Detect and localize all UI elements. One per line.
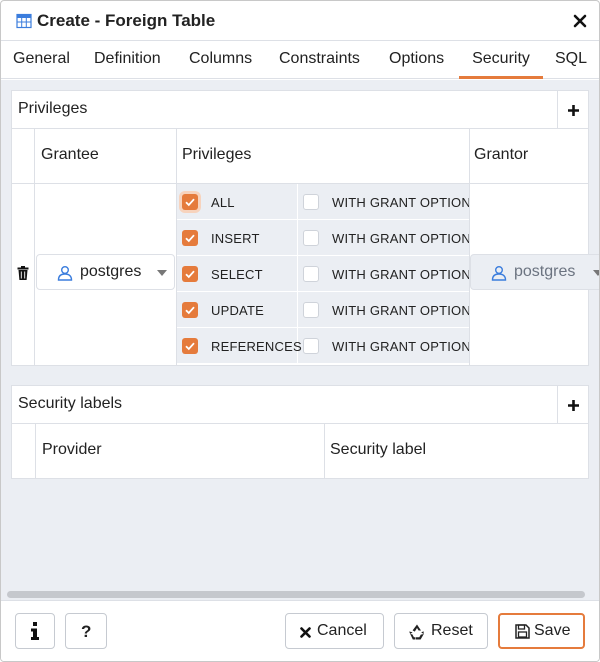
horizontal-scrollbar[interactable] bbox=[1, 588, 599, 600]
dialog-body: Privileges Grantee Privileges Grantor po… bbox=[1, 80, 599, 588]
reset-label: Reset bbox=[431, 622, 473, 639]
tab-security[interactable]: Security bbox=[459, 41, 543, 79]
privilege-label: UPDATE bbox=[211, 303, 264, 318]
table-icon bbox=[16, 13, 32, 29]
chevron-down-icon bbox=[593, 270, 599, 276]
dialog-footer: ? Cancel Reset Save bbox=[1, 600, 599, 661]
security-labels-header: Security labels bbox=[12, 386, 588, 424]
grant-option-label: WITH GRANT OPTION bbox=[332, 195, 471, 210]
help-button[interactable]: ? bbox=[65, 613, 107, 649]
security-labels-panel: Security labels Provider Security label bbox=[11, 385, 589, 479]
user-icon bbox=[57, 266, 73, 281]
security-label-column-header: Security label bbox=[330, 441, 427, 458]
privilege-row-select: SELECT WITH GRANT OPTION bbox=[177, 256, 471, 292]
privileges-column-header: Privileges bbox=[182, 146, 252, 163]
tab-options[interactable]: Options bbox=[389, 41, 444, 79]
privilege-references-checkbox[interactable] bbox=[182, 338, 198, 354]
check-icon bbox=[185, 342, 195, 351]
privileges-header: Privileges bbox=[12, 91, 588, 129]
grantor-select: postgres bbox=[470, 254, 599, 290]
privilege-update-checkbox[interactable] bbox=[182, 302, 198, 318]
privilege-row-all: ALL WITH GRANT OPTION bbox=[177, 184, 471, 220]
grant-option-update-checkbox[interactable] bbox=[303, 302, 319, 318]
close-icon[interactable] bbox=[571, 12, 589, 30]
privilege-label: INSERT bbox=[211, 231, 260, 246]
dialog-title: Create - Foreign Table bbox=[37, 11, 216, 30]
privilege-select-checkbox[interactable] bbox=[182, 266, 198, 282]
tab-constraints[interactable]: Constraints bbox=[279, 41, 360, 79]
tab-sql[interactable]: SQL bbox=[555, 41, 587, 79]
plus-icon bbox=[568, 105, 579, 116]
privilege-label: SELECT bbox=[211, 267, 263, 282]
privilege-all-checkbox[interactable] bbox=[182, 194, 198, 210]
check-icon bbox=[185, 234, 195, 243]
grantor-column-header: Grantor bbox=[474, 146, 529, 163]
security-labels-title: Security labels bbox=[18, 395, 123, 412]
save-button[interactable]: Save bbox=[498, 613, 585, 649]
tab-columns[interactable]: Columns bbox=[189, 41, 252, 79]
header-action-cell bbox=[12, 129, 35, 184]
create-foreign-table-dialog: Create - Foreign Table General Definitio… bbox=[0, 0, 600, 662]
scrollbar-thumb[interactable] bbox=[7, 591, 585, 598]
header-action-cell bbox=[12, 424, 36, 478]
info-button[interactable] bbox=[15, 613, 55, 649]
tab-bar: General Definition Columns Constraints O… bbox=[1, 41, 599, 79]
save-label: Save bbox=[534, 622, 571, 639]
help-icon: ? bbox=[81, 622, 92, 641]
cancel-label: Cancel bbox=[317, 622, 367, 639]
privileges-panel: Privileges Grantee Privileges Grantor po… bbox=[11, 90, 599, 366]
grant-option-all-checkbox[interactable] bbox=[303, 194, 319, 210]
grantee-column-header: Grantee bbox=[41, 146, 99, 163]
grantor-value: postgres bbox=[514, 263, 576, 280]
trash-icon[interactable] bbox=[17, 266, 29, 280]
grant-option-insert-checkbox[interactable] bbox=[303, 230, 319, 246]
privilege-row-insert: INSERT WITH GRANT OPTION bbox=[177, 220, 471, 256]
cancel-button[interactable]: Cancel bbox=[285, 613, 384, 649]
check-icon bbox=[185, 306, 195, 315]
privileges-column-header-row: Grantee Privileges Grantor bbox=[12, 129, 588, 184]
grant-option-label: WITH GRANT OPTION bbox=[332, 267, 471, 282]
security-labels-column-header-row: Provider Security label bbox=[12, 424, 588, 478]
chevron-down-icon bbox=[157, 270, 167, 276]
privilege-insert-checkbox[interactable] bbox=[182, 230, 198, 246]
reset-button[interactable]: Reset bbox=[394, 613, 488, 649]
plus-icon bbox=[568, 400, 579, 411]
user-icon bbox=[491, 266, 507, 281]
grant-option-label: WITH GRANT OPTION bbox=[332, 303, 471, 318]
privilege-row-references: REFERENCES WITH GRANT OPTION bbox=[177, 328, 471, 364]
privilege-row-update: UPDATE WITH GRANT OPTION bbox=[177, 292, 471, 328]
grant-option-label: WITH GRANT OPTION bbox=[332, 339, 471, 354]
tab-definition[interactable]: Definition bbox=[94, 41, 161, 79]
grant-option-references-checkbox[interactable] bbox=[303, 338, 319, 354]
check-icon bbox=[185, 270, 195, 279]
info-icon bbox=[31, 622, 39, 640]
recycle-icon bbox=[409, 624, 424, 640]
grant-option-label: WITH GRANT OPTION bbox=[332, 231, 471, 246]
grant-option-select-checkbox[interactable] bbox=[303, 266, 319, 282]
privileges-title: Privileges bbox=[18, 100, 88, 117]
add-security-label-button[interactable] bbox=[557, 386, 588, 424]
save-icon bbox=[515, 624, 530, 639]
add-privilege-button[interactable] bbox=[557, 91, 588, 129]
grantee-value: postgres bbox=[80, 263, 142, 280]
grantee-select[interactable]: postgres bbox=[36, 254, 175, 290]
row-action-cell bbox=[12, 184, 35, 365]
close-icon bbox=[300, 627, 311, 638]
privileges-data-row: postgres ALL WITH GRANT OPTION INSERT WI… bbox=[12, 184, 599, 365]
tab-general[interactable]: General bbox=[13, 41, 70, 79]
dialog-title-bar: Create - Foreign Table bbox=[1, 1, 599, 41]
check-icon bbox=[185, 198, 195, 207]
provider-column-header: Provider bbox=[42, 441, 102, 458]
privilege-label: ALL bbox=[211, 195, 235, 210]
privilege-label: REFERENCES bbox=[211, 339, 302, 354]
